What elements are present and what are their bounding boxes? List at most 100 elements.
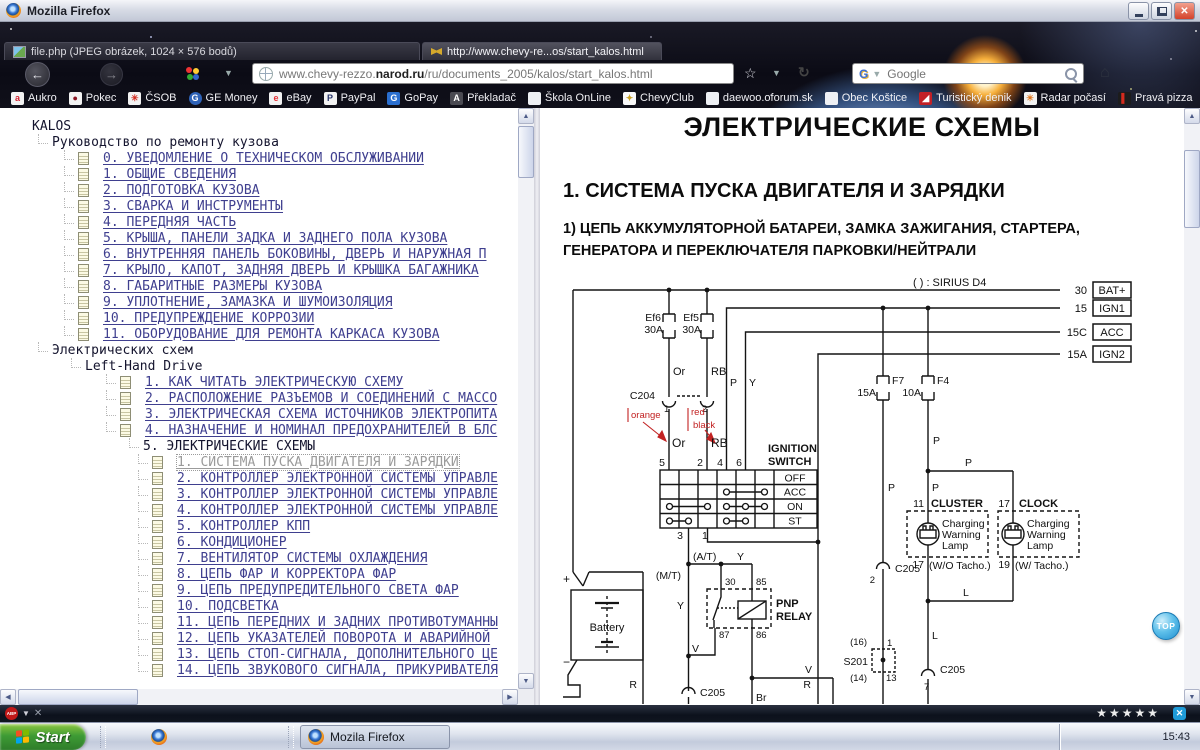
scrollbar-thumb[interactable] [18, 689, 138, 705]
tab-image[interactable]: file.php (JPEG obrázek, 1024 × 576 bodů) [4, 42, 420, 60]
close-button[interactable]: ✕ [1174, 2, 1195, 20]
bookmark-item[interactable]: ◢ Turistický denik [914, 91, 1016, 106]
tray-icon[interactable] [1104, 730, 1118, 744]
menu-item[interactable] [104, 30, 120, 34]
tree-item-label[interactable]: 7. КРЫЛО, КАПОТ, ЗАДНЯЯ ДВЕРЬ И КРЫШКА Б… [103, 263, 479, 278]
toc-vertical-scrollbar[interactable]: ▲ ▼ [518, 108, 534, 689]
quick-launch-icon[interactable] [170, 729, 186, 745]
tray-icon[interactable] [1122, 730, 1136, 744]
scroll-left-icon[interactable]: ◀ [0, 689, 16, 705]
tree-item-label[interactable]: 1. ОБЩИЕ СВЕДЕНИЯ [103, 167, 236, 182]
tree-item-label[interactable]: 5. КРЫША, ПАНЕЛИ ЗАДКА И ЗАДНЕГО ПОЛА КУ… [103, 231, 447, 246]
tray-icon[interactable] [1086, 730, 1100, 744]
bookmark-item[interactable]: a Aukro [6, 91, 62, 106]
search-engine-dropdown-icon[interactable]: ▼ [872, 69, 881, 79]
bookmark-item[interactable]: ● Pokec [64, 91, 122, 106]
bookmark-item[interactable]: Obec Koštice [820, 91, 912, 106]
quick-launch-icon[interactable] [246, 729, 262, 745]
quick-launch-icon[interactable] [208, 729, 224, 745]
tab-kalos[interactable]: http://www.chevy-re...os/start_kalos.htm… [422, 42, 662, 60]
tree-item-label[interactable]: 2. КОНТРОЛЛЕР ЭЛЕКТРОННОЙ СИСТЕМЫ УПРАВЛ… [177, 471, 498, 486]
document-vertical-scrollbar[interactable]: ▲ ▼ [1184, 108, 1200, 705]
rating-stars[interactable]: ★★★★★ [1096, 706, 1160, 720]
bookmark-item[interactable]: daewoo.oforum.sk [701, 91, 818, 106]
tree-item-label[interactable]: 7. ВЕНТИЛЯТОР СИСТЕМЫ ОХЛАЖДЕНИЯ [177, 551, 427, 566]
scroll-down-icon[interactable]: ▼ [1184, 689, 1200, 705]
menu-item[interactable] [24, 30, 40, 34]
menu-item[interactable] [8, 30, 24, 34]
adblock-icon[interactable]: ABP [5, 707, 18, 720]
url-dropdown-icon[interactable]: ▼ [772, 68, 781, 78]
tray-icon[interactable] [1068, 730, 1082, 744]
tree-item-label[interactable]: KALOS [32, 119, 71, 134]
quick-launch-icon[interactable] [189, 729, 205, 745]
bookmark-item[interactable]: e eBay [264, 91, 316, 106]
url-input[interactable]: www.chevy-rezzo.narod.ru/ru/documents_20… [252, 63, 734, 84]
tree-item-label[interactable]: 2. ПОДГОТОВКА КУЗОВА [103, 183, 260, 198]
tree-item-label[interactable]: 5. ЭЛЕКТРИЧЕСКИЕ СХЕМЫ [143, 439, 315, 454]
menu-item[interactable] [72, 30, 88, 34]
restore-button[interactable] [1151, 2, 1172, 20]
tree-item-label[interactable]: 5. КОНТРОЛЛЕР КПП [177, 519, 310, 534]
bookmark-item[interactable]: P PayPal [319, 91, 381, 106]
menu-item[interactable] [56, 30, 72, 34]
tree-item-label[interactable]: 4. КОНТРОЛЛЕР ЭЛЕКТРОННОЙ СИСТЕМЫ УПРАВЛ… [177, 503, 498, 518]
adblock-dropdown-icon[interactable]: ▼ [22, 709, 30, 718]
tree-item-label[interactable]: 8. ГАБАРИТНЫЕ РАЗМЕРЫ КУЗОВА [103, 279, 322, 294]
tree-item-label[interactable]: 11. ЦЕПЬ ПЕРЕДНИХ И ЗАДНИХ ПРОТИВОТУМАНН… [177, 615, 498, 630]
tree-item-label[interactable]: 12. ЦЕПЬ УКАЗАТЕЛЕЙ ПОВОРОТА И АВАРИЙНОЙ [177, 631, 490, 646]
quick-launch-icon[interactable] [227, 729, 243, 745]
tree-item-label[interactable]: 1. СИСТЕМА ПУСКА ДВИГАТЕЛЯ И ЗАРЯДКИ [177, 455, 459, 470]
start-button[interactable]: Start [0, 724, 86, 750]
home-icon[interactable]: ⌂ [1100, 64, 1110, 82]
top-button[interactable]: TOP [1152, 612, 1180, 640]
statusbar-close-icon[interactable]: ✕ [34, 708, 42, 719]
siteadvisor-icon[interactable]: ✕ [1173, 707, 1186, 720]
toolbar-grip[interactable] [100, 726, 106, 748]
tree-item-label[interactable]: 10. ПОДСВЕТКА [177, 599, 279, 614]
tree-item-label[interactable]: 1. КАК ЧИТАТЬ ЭЛЕКТРИЧЕСКУЮ СХЕМУ [145, 375, 403, 390]
tree-item-label[interactable]: Электрических схем [52, 343, 193, 358]
scroll-up-icon[interactable]: ▲ [518, 108, 534, 124]
quick-launch-icon[interactable] [151, 729, 167, 745]
tree-item-label[interactable]: 9. ЦЕПЬ ПРЕДУПРЕДИТЕЛЬНОГО СВЕТА ФАР [177, 583, 459, 598]
chevron-down-icon[interactable]: ▼ [224, 68, 233, 78]
tree-item-label[interactable]: 8. ЦЕПЬ ФАР И КОРРЕКТОРА ФАР [177, 567, 396, 582]
bookmark-item[interactable]: Škola OnLine [523, 91, 616, 106]
back-button[interactable]: ← [25, 62, 50, 87]
scroll-up-icon[interactable]: ▲ [1184, 108, 1200, 124]
tree-item-label[interactable]: 6. КОНДИЦИОНЕР [177, 535, 287, 550]
bookmark-item[interactable]: G GoPay [382, 91, 443, 106]
bookmark-item[interactable]: G GE Money [184, 91, 263, 106]
tree-item-label[interactable]: Left-Hand Drive [85, 359, 202, 374]
scrollbar-thumb[interactable] [518, 126, 534, 178]
bookmark-item[interactable]: A Překladač [445, 91, 521, 106]
search-icon[interactable] [1065, 68, 1077, 80]
tree-item-label[interactable]: 3. КОНТРОЛЛЕР ЭЛЕКТРОННОЙ СИСТЕМЫ УПРАВЛ… [177, 487, 498, 502]
bookmark-item[interactable]: ▌ Pravá pizza [1113, 91, 1197, 106]
quick-launch-icon[interactable] [132, 729, 148, 745]
tree-item-label[interactable]: 10. ПРЕДУПРЕЖДЕНИЕ КОРРОЗИИ [103, 311, 314, 326]
tree-item-label[interactable]: 4. НАЗНАЧЕНИЕ И НОМИНАЛ ПРЕДОХРАНИТЕЛЕЙ … [145, 423, 497, 438]
tree-item-label[interactable]: Руководство по ремонту кузова [52, 135, 279, 150]
minimize-button[interactable] [1128, 2, 1149, 20]
menu-item[interactable] [40, 30, 56, 34]
tree-item-label[interactable]: 14. ЦЕПЬ ЗВУКОВОГО СИГНАЛА, ПРИКУРИВАТЕЛ… [177, 663, 498, 678]
bookmark-star-icon[interactable]: ☆ [744, 65, 757, 82]
tree-item-label[interactable]: 13. ЦЕПЬ СТОП-СИГНАЛА, ДОПОЛНИТЕЛЬНОГО Ц… [177, 647, 498, 662]
bookmark-item[interactable]: ✦ ChevyClub [618, 91, 699, 106]
scroll-down-icon[interactable]: ▼ [518, 673, 534, 689]
bookmark-item[interactable]: ☀ Radar počasí [1019, 91, 1111, 106]
tree-item-label[interactable]: 3. ЭЛЕКТРИЧЕСКАЯ СХЕМА ИСТОЧНИКОВ ЭЛЕКТР… [145, 407, 497, 422]
tree-item-label[interactable]: 4. ПЕРЕДНЯЯ ЧАСТЬ [103, 215, 236, 230]
tray-icon[interactable] [1140, 730, 1154, 744]
tree-item-label[interactable]: 3. СВАРКА И ИНСТРУМЕНТЫ [103, 199, 283, 214]
quick-launch-icon[interactable] [113, 729, 129, 745]
tree-item-label[interactable]: 11. ОБОРУДОВАНИЕ ДЛЯ РЕМОНТА КАРКАСА КУЗ… [103, 327, 440, 342]
reload-icon[interactable]: ↻ [798, 64, 810, 81]
toc-horizontal-scrollbar[interactable]: ◀ ▶ [0, 689, 518, 705]
addon-colorful-icon[interactable] [186, 67, 200, 81]
menu-item[interactable] [88, 30, 104, 34]
tree-item-label[interactable]: 9. УПЛОТНЕНИЕ, ЗАМАЗКА И ШУМОИЗОЛЯЦИЯ [103, 295, 393, 310]
scroll-right-icon[interactable]: ▶ [502, 689, 518, 705]
